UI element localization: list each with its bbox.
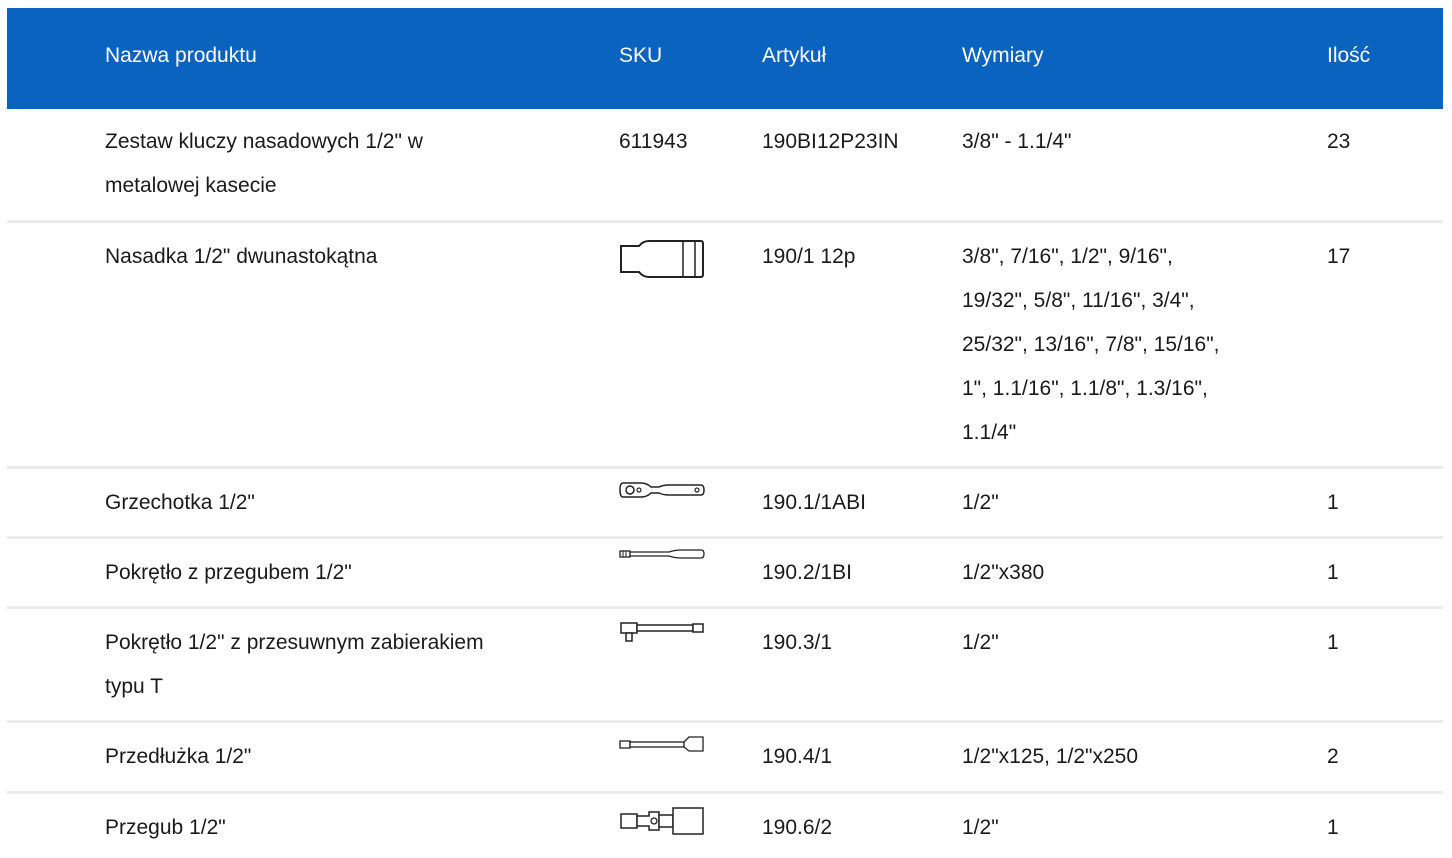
dimensions-value: 3/8", 7/16", 1/2", 9/16", 19/32", 5/8", … [962, 245, 1220, 444]
table-row: Pokrętło z przegubem 1/2" 190.2/1BI 1/2"… [7, 539, 1443, 609]
ratchet-icon [619, 479, 705, 501]
article-value: 190.6/2 [762, 816, 833, 839]
product-name: Przegub 1/2" [105, 816, 226, 839]
universal-joint-icon [619, 806, 705, 836]
article-value: 190BI12P23IN [762, 130, 899, 153]
table-row: Grzechotka 1/2" 190.1/1ABI 1/2" 1 [7, 469, 1443, 539]
header-name: Nazwa produktu [105, 44, 257, 67]
article-value: 190/1 12p [762, 245, 856, 268]
quantity-value: 1 [1327, 631, 1339, 654]
quantity-value: 1 [1327, 561, 1339, 584]
product-name: Zestaw kluczy nasadowych 1/2" w metalowe… [105, 130, 423, 197]
article-value: 190.4/1 [762, 745, 833, 768]
product-table: Nazwa produktu SKU Artykuł Wymiary Ilość… [7, 8, 1443, 858]
dimensions-value: 1/2" [962, 631, 999, 654]
header-quantity: Ilość [1327, 44, 1371, 67]
dimensions-value: 1/2"x125, 1/2"x250 [962, 745, 1139, 768]
socket-icon [619, 239, 705, 279]
table-row: Pokrętło 1/2" z przesuwnym zabierakiem t… [7, 609, 1443, 723]
table-row: Przegub 1/2" 190.6/2 1/2" 1 [7, 794, 1443, 858]
header-dimensions: Wymiary [962, 44, 1044, 67]
header-sku: SKU [619, 44, 663, 67]
dimensions-value: 1/2"x380 [962, 561, 1045, 584]
dimensions-value: 1/2" [962, 816, 999, 839]
product-name: Grzechotka 1/2" [105, 491, 255, 514]
table-header: Nazwa produktu SKU Artykuł Wymiary Ilość [7, 8, 1443, 109]
table-row: Nasadka 1/2" dwunastokątna 190/1 12p 3/8… [7, 223, 1443, 469]
breaker-bar-icon [619, 547, 705, 561]
extension-bar-icon [619, 735, 705, 753]
product-name: Nasadka 1/2" dwunastokątna [105, 245, 378, 268]
quantity-value: 1 [1327, 491, 1339, 514]
dimensions-value: 1/2" [962, 491, 999, 514]
quantity-value: 1 [1327, 816, 1339, 839]
table-row: Zestaw kluczy nasadowych 1/2" w metalowe… [7, 109, 1443, 223]
quantity-value: 2 [1327, 745, 1339, 768]
quantity-value: 23 [1327, 130, 1351, 153]
header-article: Artykuł [762, 44, 827, 67]
product-name: Pokrętło z przegubem 1/2" [105, 561, 352, 584]
dimensions-value: 3/8" - 1.1/4" [962, 130, 1072, 153]
quantity-value: 17 [1327, 245, 1351, 268]
table-row: Przedłużka 1/2" 190.4/1 1/2"x125, 1/2"x2… [7, 723, 1443, 794]
product-name: Pokrętło 1/2" z przesuwnym zabierakiem t… [105, 631, 484, 698]
article-value: 190.2/1BI [762, 561, 852, 584]
article-value: 190.3/1 [762, 631, 833, 654]
t-handle-icon [619, 619, 705, 645]
article-value: 190.1/1ABI [762, 491, 866, 514]
product-name: Przedłużka 1/2" [105, 745, 252, 768]
sku-value: 611943 [619, 130, 688, 153]
